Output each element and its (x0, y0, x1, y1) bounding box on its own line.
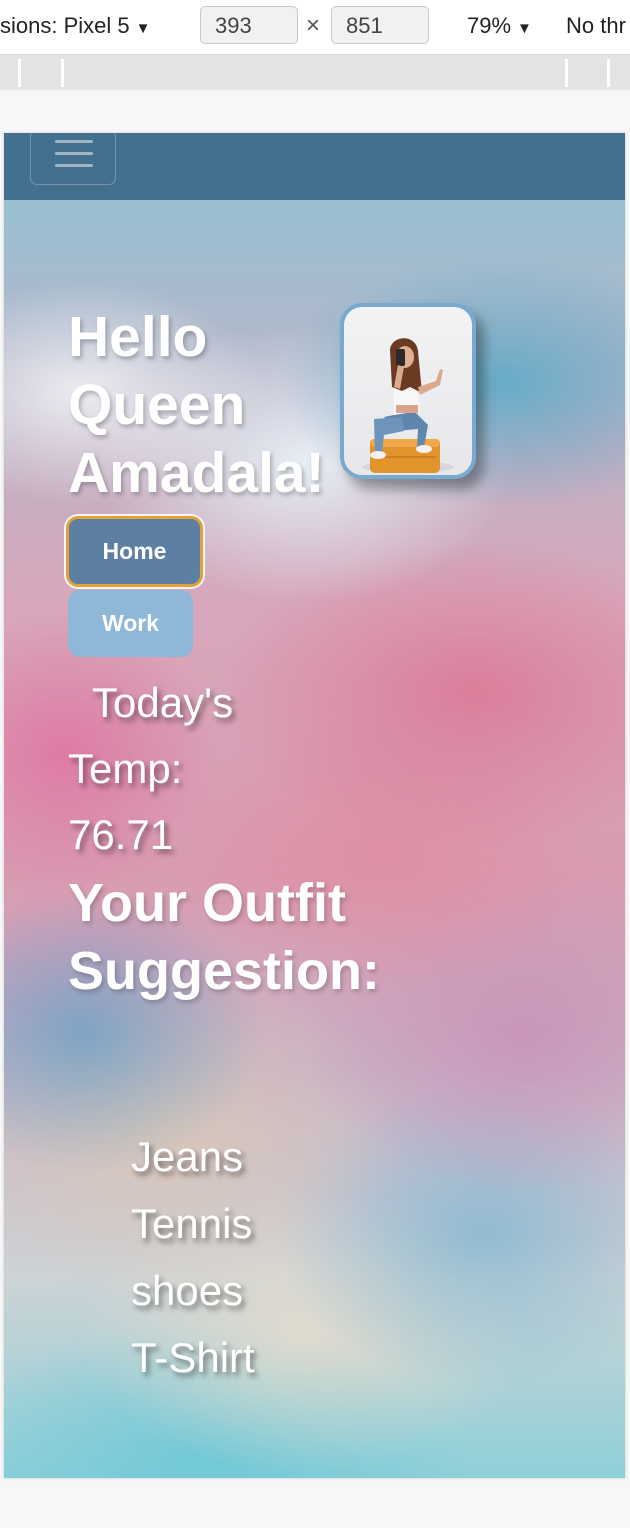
ruler-divider (61, 59, 64, 87)
temperature-label-line2: Temp: (68, 745, 183, 792)
list-item: Tennis shoes (131, 1200, 253, 1314)
temperature-label-line1: Today's (92, 679, 234, 726)
zoom-label: 79% (467, 13, 512, 38)
page-title: Hello Queen Amadala! (68, 305, 325, 505)
ruler-divider (607, 59, 610, 87)
hamburger-bar (55, 164, 93, 167)
throttle-select[interactable]: No thr (566, 13, 626, 39)
device-select[interactable]: sions: Pixel 5 ▼ (0, 13, 150, 39)
width-input[interactable]: 393 (200, 6, 298, 44)
list-item: T-Shirt (131, 1334, 255, 1381)
devtools-device-toolbar: sions: Pixel 5 ▼ 393 × 851 79% ▼ No thr (0, 0, 630, 55)
hamburger-bar (55, 152, 93, 155)
work-button[interactable]: Work (68, 590, 193, 657)
ruler-divider (18, 59, 21, 87)
caret-down-icon: ▼ (517, 20, 532, 37)
hamburger-icon[interactable] (30, 133, 116, 185)
ruler-divider (565, 59, 568, 87)
outfit-list: Jeans Tennis shoes T-Shirt (131, 1123, 331, 1391)
avatar (340, 303, 476, 479)
temperature-value: 76.71 (68, 811, 174, 858)
times-icon: × (306, 12, 321, 39)
temperature-display: Today's Temp: 76.71 (68, 670, 268, 868)
list-item: Jeans (131, 1133, 244, 1180)
hamburger-bar (55, 140, 93, 143)
device-select-label: sions: Pixel 5 (0, 13, 130, 38)
device-viewport: Hello Queen Amadala! Home Work Today's T… (4, 133, 625, 1478)
media-query-ruler[interactable] (0, 55, 630, 89)
caret-down-icon: ▼ (135, 20, 151, 37)
height-input[interactable]: 851 (331, 6, 429, 44)
home-button[interactable]: Home (66, 516, 203, 587)
ruler-divider-line (0, 89, 630, 91)
navbar (4, 133, 625, 200)
profile-photo (362, 338, 454, 473)
outfit-suggestion-title: Your Outfit Suggestion: (68, 873, 380, 1001)
zoom-select[interactable]: 79% ▼ (467, 13, 532, 39)
